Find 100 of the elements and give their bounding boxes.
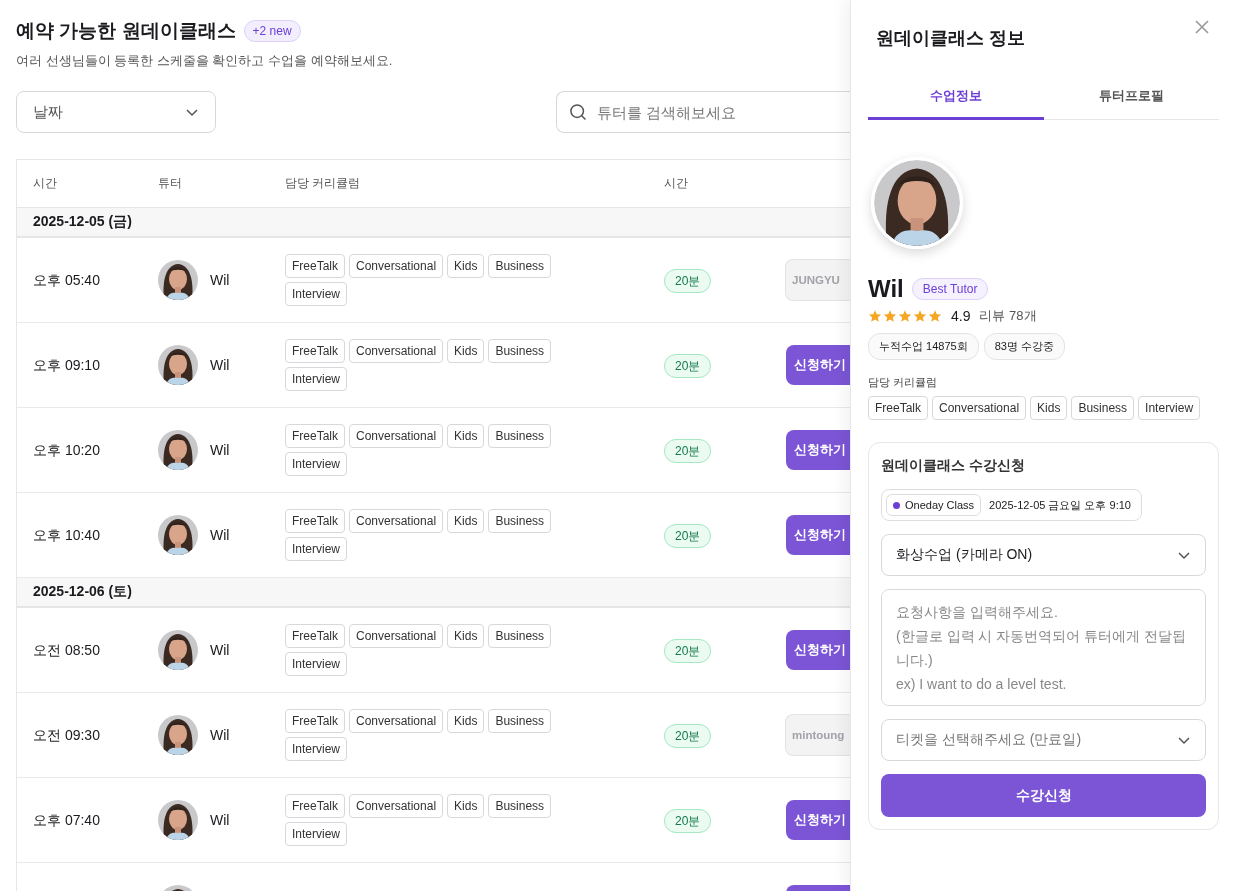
curriculum-tag: Conversational xyxy=(349,254,444,278)
apply-button[interactable]: 신청하기 xyxy=(786,345,850,385)
tab[interactable]: 수업정보 xyxy=(868,80,1044,120)
time-cell: 오후 10:20 xyxy=(33,441,100,458)
curriculum-tag: Kids xyxy=(447,339,485,363)
search-icon xyxy=(568,102,588,122)
time-cell: 오전 09:30 xyxy=(33,726,100,743)
curriculum-tag: Business xyxy=(488,794,552,818)
star-icon xyxy=(898,309,912,323)
tutor-name: Wil xyxy=(210,527,230,543)
curriculum-tag: Interview xyxy=(285,822,348,846)
time-cell: 오후 09:10 xyxy=(33,356,100,373)
column-header: 담당 커리큘럼 xyxy=(285,175,362,192)
curriculum-tag: Business xyxy=(1071,396,1135,420)
curriculum-tag: Conversational xyxy=(349,624,444,648)
curriculum-tag: Conversational xyxy=(349,509,444,533)
tutor-name: Wil xyxy=(868,275,904,303)
tutor-name: Wil xyxy=(210,357,230,373)
ticket-select[interactable]: 티켓을 선택해주세요 (만료일) xyxy=(881,719,1206,761)
curriculum-tag: FreeTalk xyxy=(285,339,345,363)
curriculum-tag: Conversational xyxy=(932,396,1027,420)
duration-badge: 20분 xyxy=(664,808,712,833)
curriculum-tag: FreeTalk xyxy=(285,794,345,818)
time-cell: 오전 08:50 xyxy=(33,641,100,658)
submit-button[interactable]: 수강신청 xyxy=(881,774,1206,817)
column-header: 시간 xyxy=(664,175,689,192)
column-header: 시간 xyxy=(33,175,58,192)
star-icon xyxy=(913,309,927,323)
star-icon xyxy=(868,309,882,323)
curriculum-tag: Kids xyxy=(447,624,485,648)
curriculum-tag: Interview xyxy=(285,737,348,761)
curriculum-tag: Business xyxy=(488,709,552,733)
close-icon xyxy=(1195,20,1209,34)
curriculum-tag: Interview xyxy=(285,452,348,476)
page-title: 예약 가능한 원데이클래스 xyxy=(16,19,236,43)
search-field[interactable]: 튜터를 검색해보세요 xyxy=(556,91,850,133)
date-group-header: 2025-12-06 (토) xyxy=(33,583,132,601)
tutor-name: Wil xyxy=(210,727,230,743)
duration-badge: 20분 xyxy=(664,268,712,293)
curriculum-tag: Kids xyxy=(447,509,485,533)
duration-badge: 20분 xyxy=(664,723,712,748)
time-cell: 오후 05:40 xyxy=(33,271,100,288)
time-cell: 오후 07:40 xyxy=(33,811,100,828)
curriculum-tag: Conversational xyxy=(349,794,444,818)
curriculum-tag: Business xyxy=(488,509,552,533)
curriculum-tag: FreeTalk xyxy=(285,254,345,278)
star-icon xyxy=(928,309,942,323)
tutor-name: Wil xyxy=(210,272,230,288)
curriculum-tag: Conversational xyxy=(349,339,444,363)
curriculum-tag: FreeTalk xyxy=(285,709,345,733)
curriculum-tag: Interview xyxy=(285,652,348,676)
curriculum-label: 담당 커리큘럼 xyxy=(868,375,939,390)
curriculum-tag: Interview xyxy=(285,282,348,306)
class-datetime: 2025-12-05 금요일 오후 9:10 xyxy=(989,497,1131,513)
stat-chip: 83명 수강중 xyxy=(983,333,1065,360)
curriculum-tag: Interview xyxy=(285,367,348,391)
curriculum-tag: FreeTalk xyxy=(285,509,345,533)
rating-value: 4.9 xyxy=(951,308,971,324)
star-icon xyxy=(883,309,897,323)
curriculum-tag: Business xyxy=(488,339,552,363)
curriculum-tag: Business xyxy=(488,624,552,648)
best-tutor-badge: Best Tutor xyxy=(911,278,989,300)
close-button[interactable] xyxy=(1195,20,1209,34)
column-header: 튜터 xyxy=(158,175,183,192)
time-cell: 오후 10:40 xyxy=(33,526,100,543)
curriculum-tag: Business xyxy=(488,254,552,278)
duration-badge: 20분 xyxy=(664,638,712,663)
duration-badge: 20분 xyxy=(664,438,712,463)
card-title: 원데이클래스 수강신청 xyxy=(881,457,1026,475)
lesson-type-select[interactable]: 화상수업 (카메라 ON) xyxy=(881,534,1206,576)
curriculum-tag: Conversational xyxy=(349,424,444,448)
curriculum-tag: FreeTalk xyxy=(285,624,345,648)
curriculum-tag: Interview xyxy=(285,537,348,561)
curriculum-tag: FreeTalk xyxy=(285,424,345,448)
curriculum-tag: Interview xyxy=(1138,396,1201,420)
duration-badge: 20분 xyxy=(664,353,712,378)
tab[interactable]: 튜터프로필 xyxy=(1043,80,1219,120)
curriculum-tag: FreeTalk xyxy=(868,396,928,420)
class-chip: Oneday Class xyxy=(886,494,982,516)
date-select[interactable]: 날짜 xyxy=(16,91,216,133)
curriculum-tag: Conversational xyxy=(349,709,444,733)
review-count: 리뷰 78개 xyxy=(979,307,1037,325)
page-subtitle: 여러 선생님들이 등록한 스케줄을 확인하고 수업을 예약해보세요. xyxy=(16,52,394,70)
duration-badge: 20분 xyxy=(664,523,712,548)
apply-button[interactable]: 신청하기 xyxy=(786,430,850,470)
curriculum-tag: Kids xyxy=(447,794,485,818)
new-badge: +2 new xyxy=(243,20,301,42)
tutor-name: Wil xyxy=(210,812,230,828)
apply-button[interactable]: 신청하기 xyxy=(786,800,850,840)
panel-title: 원데이클래스 정보 xyxy=(876,27,1025,50)
tutor-name: Wil xyxy=(210,642,230,658)
curriculum-tag: Kids xyxy=(1030,396,1068,420)
tutor-name: Wil xyxy=(210,442,230,458)
request-field[interactable]: 요청사항을 입력해주세요. (한글로 입력 시 자동번역되어 튜터에게 전달됩니다.) ex) I want to do a level test. xyxy=(881,589,1206,706)
apply-button[interactable]: 신청하기 xyxy=(786,515,850,555)
curriculum-tag: Business xyxy=(488,424,552,448)
date-group-header: 2025-12-05 (금) xyxy=(33,213,132,231)
curriculum-tag: Kids xyxy=(447,709,485,733)
apply-button[interactable]: 신청하기 xyxy=(786,630,850,670)
curriculum-tag: Kids xyxy=(447,254,485,278)
